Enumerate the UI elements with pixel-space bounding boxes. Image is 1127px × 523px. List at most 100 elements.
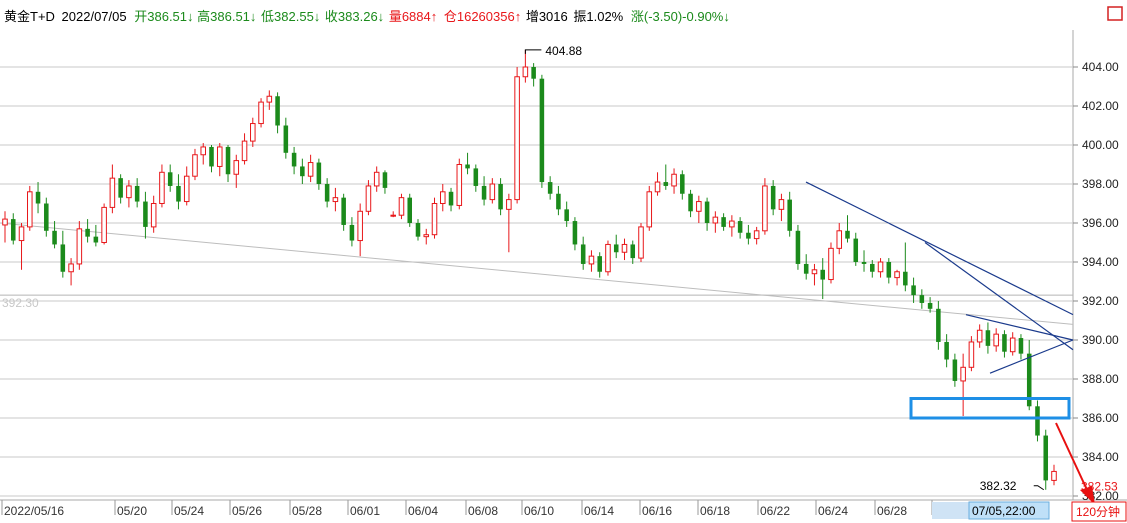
candle [572,217,578,251]
candle-body [588,255,595,265]
candle [696,195,702,223]
candle-body [357,210,363,242]
candle-body [886,262,892,278]
candle-body [630,244,636,259]
kline-chart[interactable]: 黄金T+D 2022/07/05 开386.51↓ 高386.51↓ 低382.… [0,0,1127,523]
candle-body [498,184,503,210]
candle [431,197,438,239]
candle [176,174,181,210]
candle [712,211,719,233]
candle-body [663,182,669,186]
price-tick-label: 392.00 [1082,294,1119,308]
candle-body [60,244,66,272]
candle [894,269,900,286]
candle [853,232,859,266]
candle-body [621,243,628,253]
candle-body [646,191,653,228]
candle [729,215,735,237]
candle [465,152,470,175]
candle [216,143,223,177]
candle [109,164,116,214]
candle [150,195,157,233]
time-tick-label: 05/28 [292,504,322,518]
time-tick-label: 05/20 [117,504,147,518]
period-label[interactable]: 120分钟 [1076,504,1120,519]
time-tick-label: 06/04 [408,504,438,518]
candle-body [316,162,322,184]
candle [35,182,41,214]
time-tick-label: 2022/05/16 [4,504,64,518]
candle-body [390,214,396,217]
candle [233,154,240,188]
candle-body [118,178,123,198]
candle-body [613,244,619,253]
candle-body [704,201,710,223]
candle [324,178,330,208]
candle-body [1018,338,1024,354]
candle-body [109,177,116,208]
candle-body [407,197,413,223]
candle [944,334,949,368]
trendline [924,242,1074,351]
candle [134,178,140,208]
candle-body [795,230,801,264]
candle-body [572,221,578,245]
candle-body [225,146,231,175]
high-price: 高386.51↓ [197,9,256,24]
chart-settings-icon[interactable] [1107,6,1123,21]
candle [332,187,339,212]
candle-body [324,184,330,202]
candle [349,217,355,247]
support-zone-box [909,397,1071,420]
candle-body [729,220,735,228]
candle [192,148,198,181]
candle-body [307,162,314,177]
candle [241,133,248,165]
candle [258,98,264,128]
time-tick-label: 06/22 [760,504,790,518]
candle [10,213,16,245]
candlesticks [2,49,1057,490]
candle-body [167,172,173,186]
min-price-pointer [1033,485,1045,491]
candle-body [44,203,49,231]
candle-body [597,256,602,272]
candle-body [481,185,487,200]
candle [663,164,669,190]
candle [489,178,496,204]
candle-body [712,216,719,224]
candle-body [522,66,529,78]
candle [266,90,273,110]
max-price-label: 404.88 [545,44,582,58]
low-price: 低382.55↓ [261,9,320,24]
candle-body [275,96,280,126]
price-tick-label: 390.00 [1082,333,1119,347]
candle-body [456,164,463,206]
time-tick-label: 05/24 [174,504,204,518]
candle [836,223,843,255]
max-price-pointer [524,49,542,54]
cursor-time-label: 07/05,22:00 [972,504,1036,518]
candle-body [845,230,850,239]
candle-body [762,185,768,232]
candle [770,180,776,216]
candle [638,223,644,262]
candle-body [820,269,825,280]
candle [415,219,421,241]
candle-body [85,228,90,237]
candle-body [52,230,57,245]
candle-body [341,197,346,225]
candle [654,172,661,196]
candle [737,217,743,239]
candle [746,224,751,245]
candle-body [811,269,818,275]
candle [275,92,280,134]
grid-lines [0,66,1073,497]
chart-header: 黄金T+D 2022/07/05 开386.51↓ 高386.51↓ 低382.… [4,9,730,24]
candle [300,158,305,184]
candle [44,197,49,237]
candle [820,258,825,300]
candle [621,238,628,261]
candle-body [192,154,198,177]
candle-body [671,173,677,187]
